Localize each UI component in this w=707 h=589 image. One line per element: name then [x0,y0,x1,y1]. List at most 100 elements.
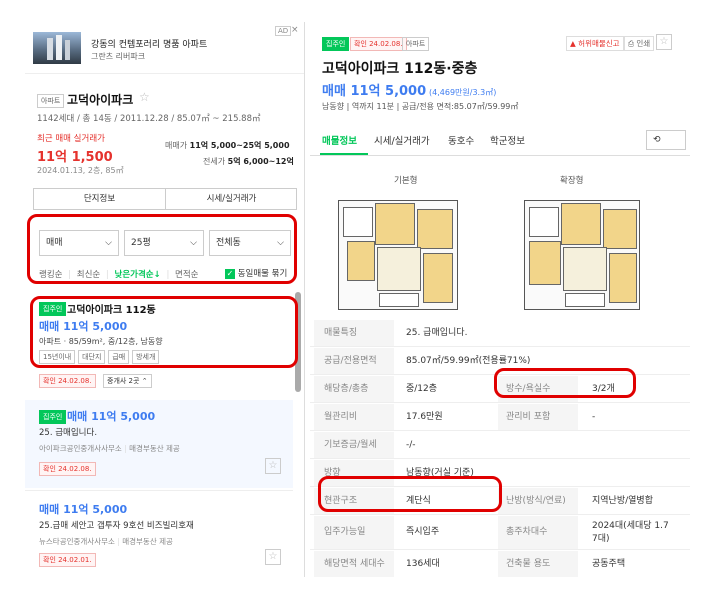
ad-banner[interactable]: 강동의 컨템포러리 명품 아파트 그란츠 리버파크 AD × [25,22,304,74]
listing-desc: 25. 급매입니다. [39,428,98,438]
chevron-down-icon: ⌵ [277,238,284,248]
row-label: 현관구조 [314,488,394,514]
sale-label: 매매가 [165,141,188,150]
listing-desc: 아파트 · 85/59m², 중/12층, 남동향 [39,337,163,346]
chevron-down-icon: ⌵ [105,238,112,248]
recent-trade-date: 2024.01.13, 2층, 85㎡ [37,166,124,175]
jeonse-label: 전세가 [203,157,226,166]
row-value: 공동주택 [592,559,626,569]
confirm-date: 확인 24.02.01. [39,553,96,567]
sale-range-value: 11억 5,000~25억 5,000 [189,141,290,150]
provider-name: 매경부동산 제공 [129,444,180,453]
row-label: 방수/욕실수 [498,376,578,402]
row-value: - [592,412,596,422]
detail-row: 공급/전용면적 85.07㎡/59.99㎡(전용률71%) [310,348,690,375]
trade-type-select[interactable]: 매매 ⌵ [39,230,119,256]
agency-name: 아이파크공인중개사사무소 [39,444,122,453]
tab-complex-info[interactable]: 단지정보 [34,189,166,209]
floor-plan-extended-image[interactable] [524,200,640,310]
floor-plan-basic-image[interactable] [338,200,458,310]
row-label: 총주차대수 [498,516,578,549]
jeonse-range-value: 5억 6,000~12억 [227,157,294,166]
print-button[interactable]: ⎙ 인쇄 [624,36,655,51]
favorite-star-icon[interactable]: ☆ [265,458,281,474]
sort-latest[interactable]: 최신순 [77,270,100,280]
row-label: 관리비 포함 [498,404,578,430]
tab-listing-info[interactable]: 매물정보 [322,133,357,147]
same-listing-toggle[interactable]: ✓ 동일매물 묶기 [225,267,287,279]
row-value: 남동향(거실 기준) [406,468,474,478]
listing-tags: 15년이내 대단지 급매 방세개 [39,350,160,364]
row-value: 2024대(세대당 1.7 7대) [592,520,669,546]
checkbox-icon[interactable]: ✓ [225,268,235,279]
listing-tag: 급매 [108,350,130,364]
row-label: 월관리비 [314,404,394,430]
listing-tag: 대단지 [78,350,106,364]
report-label: 허위매물신고 [578,39,620,48]
complex-type-tag: 아파트 [37,94,65,108]
listing-card[interactable]: 매매 11억 5,000 25.급매 세안고 갭투자 9호선 비즈빌리호재 뉴스… [25,490,293,577]
recent-trade-price: 11억 1,500 [37,150,113,165]
row-value: 지역난방/열병합 [592,496,653,506]
detail-row: 월관리비 17.6만원 관리비 포함 - [310,404,690,431]
row-value: 17.6만원 [406,412,443,422]
favorite-star-icon[interactable]: ☆ [265,549,281,565]
listing-desc: 25.급매 세안고 갭투자 9호선 비즈빌리호재 [39,521,194,531]
dong-select[interactable]: 전체동 ⌵ [209,230,291,256]
refresh-icon: ⟲ [653,135,661,145]
ad-badge: AD [275,26,292,36]
row-value: 즉시입주 [406,527,440,537]
complex-tabs: 단지정보 시세/실거래가 [33,188,297,210]
detail-row: 현관구조 계단식 난방(방식/연료) 지역난방/열병합 [310,488,690,515]
tab-active-underline [320,153,368,155]
detail-price-per: (4,469만원/3.3㎡) [429,88,497,97]
detail-row: 기보증금/월세 -/- [310,432,690,459]
sort-low-price[interactable]: 낮은가격순↓ [115,270,161,280]
detail-type-tag: 아파트 [402,37,430,51]
row-label: 입주가능일 [314,516,394,549]
listing-price: 매매 11억 5,000 [39,503,128,516]
row-value: 중/12층 [406,384,438,394]
detail-panel: 집주인 확인 24.02.08. 아파트 ▲ 허위매물신고 ⎙ 인쇄 ☆ 고덕아… [310,22,690,577]
tab-market-price[interactable]: 시세/실거래가 [374,133,430,147]
listing-agency: 뉴스타공인중개사사무소 | 매경부동산 제공 [39,537,173,546]
sort-area[interactable]: 면적순 [175,270,198,280]
scrollbar[interactable] [295,292,301,392]
tab-unit-number[interactable]: 동호수 [448,133,474,147]
row-label: 난방(방식/연료) [498,488,578,514]
listing-card[interactable]: 집주인 매매 11억 5,000 25. 급매입니다. 아이파크공인중개사사무소… [25,400,293,488]
listing-tag: 방세개 [132,350,160,364]
listing-panel: 강동의 컨템포러리 명품 아파트 그란츠 리버파크 AD × 아파트 고덕아이파… [25,22,305,577]
tab-market-price[interactable]: 시세/실거래가 [166,189,297,209]
recent-trade-label: 최근 매매 실거래가 [37,134,105,144]
report-button[interactable]: ▲ 허위매물신고 [566,36,624,51]
row-value: 85.07㎡/59.99㎡(전용률71%) [406,356,531,366]
confirm-date: 확인 24.02.08. [39,374,96,388]
trade-type-value: 매매 [46,238,63,248]
agents-count: 중개사 2곳 [107,377,140,385]
close-icon[interactable]: × [291,25,299,35]
row-value: 3/2개 [592,384,615,394]
favorite-star-icon[interactable]: ☆ [139,90,150,104]
row-value: 계단식 [406,496,431,506]
agents-dropdown[interactable]: 중개사 2곳 ⌃ [103,374,152,388]
chevron-up-icon: ⌃ [141,377,148,385]
sale-range: 매매가 11억 5,000~25억 5,000 [165,140,290,151]
agency-name: 뉴스타공인중개사사무소 [39,537,115,546]
tab-school-info[interactable]: 학군정보 [490,133,525,147]
area-unit-toggle[interactable]: ⟲ [646,130,686,150]
row-label: 매물특징 [314,320,394,346]
jeonse-range: 전세가 5억 6,000~12억 [203,156,294,167]
sort-ranking[interactable]: 랭킹순 [39,270,62,280]
ad-title: 강동의 컨템포러리 명품 아파트 [91,40,208,50]
detail-row: 매물특징 25. 급매입니다. [310,320,690,347]
detail-table: 매물특징 25. 급매입니다. 공급/전용면적 85.07㎡/59.99㎡(전용… [310,320,690,577]
size-select[interactable]: 25평 ⌵ [124,230,204,256]
complex-name: 고덕아이파크 [67,93,134,107]
listing-card[interactable]: 집주인 고덕아이파크 112동 매매 11억 5,000 아파트 · 85/59… [25,290,293,394]
row-value-line: 7대) [592,534,610,544]
detail-row: 해당층/총층 중/12층 방수/욕실수 3/2개 [310,376,690,403]
row-value: -/- [406,440,416,450]
detail-tabs: 매물정보 시세/실거래가 동호수 학군정보 ⟲ [310,122,690,156]
favorite-star-icon[interactable]: ☆ [656,34,672,50]
